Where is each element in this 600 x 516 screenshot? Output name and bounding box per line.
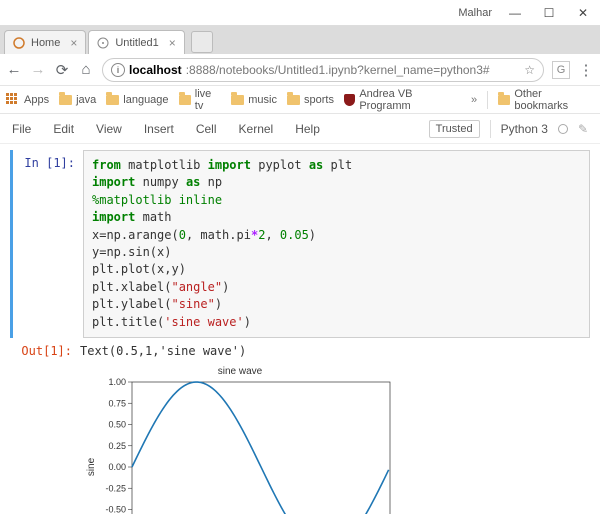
browser-tabstrip: Home × Untitled1 × xyxy=(0,26,600,54)
svg-text:0.50: 0.50 xyxy=(108,419,126,429)
code-cell[interactable]: In [1]: from matplotlib import pyplot as… xyxy=(10,150,590,338)
svg-text:sine wave: sine wave xyxy=(218,366,263,377)
kernel-name[interactable]: Python 3 xyxy=(501,122,548,136)
notebook-area: In [1]: from matplotlib import pyplot as… xyxy=(0,144,600,514)
folder-icon xyxy=(106,95,119,105)
trusted-badge[interactable]: Trusted xyxy=(429,120,480,138)
browser-tab-notebook[interactable]: Untitled1 × xyxy=(88,30,184,54)
svg-text:-0.50: -0.50 xyxy=(105,504,126,514)
output-prompt: Out[1]: xyxy=(10,344,80,358)
menu-view[interactable]: View xyxy=(96,122,122,136)
bookmark-andrea[interactable]: Andrea VB Programm xyxy=(344,88,461,112)
menu-kernel[interactable]: Kernel xyxy=(239,122,274,136)
address-bar[interactable]: i localhost :8888/notebooks/Untitled1.ipy… xyxy=(102,58,544,82)
tab-label: Home xyxy=(31,37,60,49)
search-engine-icon[interactable]: G xyxy=(552,61,570,79)
menu-edit[interactable]: Edit xyxy=(53,122,74,136)
jupyter-favicon-icon xyxy=(97,37,109,49)
folder-icon xyxy=(498,95,510,105)
menu-help[interactable]: Help xyxy=(295,122,320,136)
forward-button[interactable]: → xyxy=(30,62,46,78)
svg-text:sine: sine xyxy=(86,457,97,476)
bookmark-star-icon[interactable]: ☆ xyxy=(524,63,535,77)
bookmark-folder-java[interactable]: java xyxy=(59,94,96,106)
address-path: :8888/notebooks/Untitled1.ipynb?kernel_n… xyxy=(186,63,490,77)
plot-output: sine wave-1.00-0.75-0.50-0.250.000.250.5… xyxy=(80,364,590,514)
maximize-button[interactable]: ☐ xyxy=(532,2,566,24)
folder-icon xyxy=(179,95,191,105)
output-text: Text(0.5,1,'sine wave') xyxy=(80,344,246,358)
svg-text:0.00: 0.00 xyxy=(108,462,126,472)
notebook-menubar: File Edit View Insert Cell Kernel Help T… xyxy=(0,114,600,144)
home-button[interactable]: ⌂ xyxy=(78,62,94,78)
svg-text:1.00: 1.00 xyxy=(108,377,126,387)
window-user: Malhar xyxy=(458,7,498,19)
folder-icon xyxy=(59,95,72,105)
bookmark-folder-livetv[interactable]: live tv xyxy=(179,88,222,112)
tab-label: Untitled1 xyxy=(115,37,158,49)
menu-file[interactable]: File xyxy=(12,122,31,136)
back-button[interactable]: ← xyxy=(6,62,22,78)
site-info-icon[interactable]: i xyxy=(111,63,125,77)
apps-button[interactable]: Apps xyxy=(6,93,49,107)
code-input[interactable]: from matplotlib import pyplot as plt imp… xyxy=(83,150,590,338)
browser-menu-icon[interactable]: ⋮ xyxy=(578,62,594,78)
overflow-chevron-icon[interactable]: » xyxy=(471,94,477,106)
shield-icon xyxy=(344,94,355,106)
address-host: localhost xyxy=(129,63,182,77)
svg-text:0.75: 0.75 xyxy=(108,398,126,408)
other-bookmarks[interactable]: Other bookmarks xyxy=(498,88,594,112)
browser-tab-home[interactable]: Home × xyxy=(4,30,86,54)
menu-insert[interactable]: Insert xyxy=(144,122,174,136)
reload-button[interactable]: ⟳ xyxy=(54,62,70,78)
folder-icon xyxy=(287,95,300,105)
close-window-button[interactable]: ✕ xyxy=(566,2,600,24)
bookmark-folder-language[interactable]: language xyxy=(106,94,168,106)
sine-chart: sine wave-1.00-0.75-0.50-0.250.000.250.5… xyxy=(80,364,400,514)
folder-icon xyxy=(231,95,244,105)
close-icon[interactable]: × xyxy=(70,36,77,50)
home-favicon-icon xyxy=(13,37,25,49)
browser-toolbar: ← → ⟳ ⌂ i localhost :8888/notebooks/Untit… xyxy=(0,54,600,86)
separator xyxy=(487,91,488,109)
edit-pencil-icon[interactable]: ✎ xyxy=(578,122,588,136)
bookmark-folder-music[interactable]: music xyxy=(231,94,277,106)
input-prompt: In [1]: xyxy=(13,150,83,338)
apps-grid-icon xyxy=(6,93,20,107)
minimize-button[interactable]: — xyxy=(498,2,532,24)
bookmark-folder-sports[interactable]: sports xyxy=(287,94,334,106)
output-row: Out[1]: Text(0.5,1,'sine wave') xyxy=(10,344,590,358)
bookmarks-bar: Apps java language live tv music sports … xyxy=(0,86,600,114)
apps-label: Apps xyxy=(24,94,49,106)
window-titlebar: Malhar — ☐ ✕ xyxy=(0,0,600,26)
svg-text:0.25: 0.25 xyxy=(108,441,126,451)
separator xyxy=(490,120,491,138)
new-tab-button[interactable] xyxy=(191,31,213,53)
close-icon[interactable]: × xyxy=(169,36,176,50)
kernel-idle-icon xyxy=(558,124,568,134)
svg-text:-0.25: -0.25 xyxy=(105,483,126,493)
menu-cell[interactable]: Cell xyxy=(196,122,217,136)
